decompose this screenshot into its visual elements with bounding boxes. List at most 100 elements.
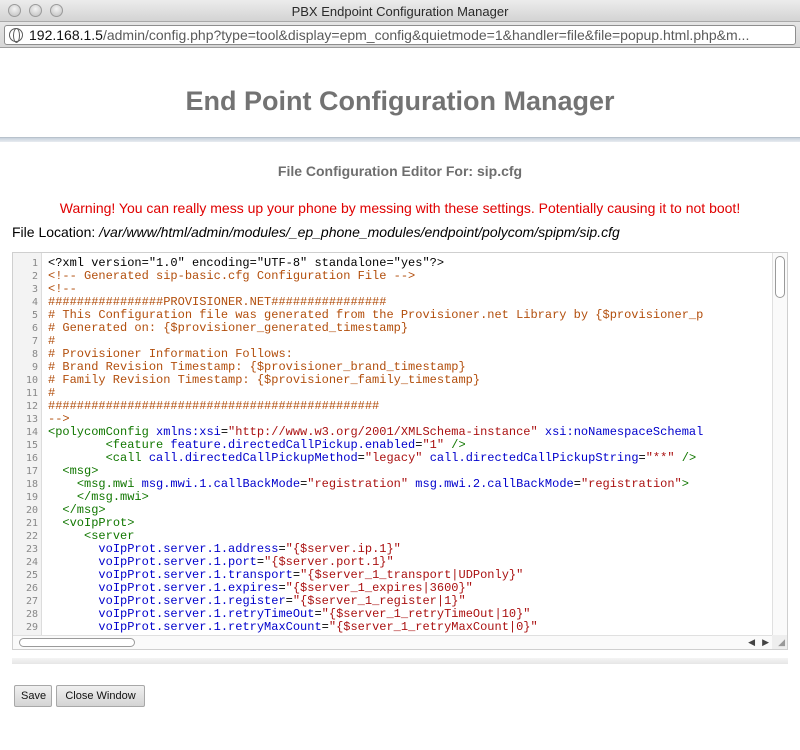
line-number: 28 [25,609,38,620]
code-token: xsi:noNamespaceSchemal [544,425,704,439]
line-number: 9 [31,362,38,373]
editor-heading: File Configuration Editor For: sip.cfg [277,163,523,179]
scroll-left-arrow-icon[interactable]: ◀ [748,637,755,648]
code-token: "{$server_1_retryMaxCount|0}" [328,620,538,634]
code-line: <!-- Generated sip-basic.cfg Configurati… [48,270,415,283]
code-area[interactable]: <?xml version="1.0" encoding="UTF-8" sta… [43,253,773,637]
code-token: <!-- Generated sip-basic.cfg Configurati… [48,269,416,283]
code-token: "registration" [580,477,682,491]
code-token: = [278,581,286,595]
line-number: 21 [25,518,38,529]
code-token: <?xml version="1.0" encoding="UTF-8" sta… [48,256,445,270]
editor-footer-bar [12,658,788,664]
save-button[interactable]: Save [14,685,52,707]
line-number: 16 [25,453,38,464]
line-number: 6 [31,323,38,334]
line-number: 17 [25,466,38,477]
code-token: voIpProt.server.1.expires [98,581,279,595]
code-token: # Generated on: {$provisioner_generated_… [48,321,409,335]
code-editor[interactable]: 1 2 3 4 5 6 7 8 9 10 11 12 13 14 15 16 17 18 19 20 21 22 23 24 2… [12,252,788,650]
url-text: 192.168.1.5/admin/config.php?type=tool&d… [29,27,749,43]
code-token: "**" [645,451,675,465]
code-token: "legacy" [364,451,423,465]
code-token: </msg.mwi> [76,490,149,504]
globe-icon [9,28,23,43]
horizontal-scrollbar[interactable]: ◀ ▶ [13,635,787,649]
line-number: 20 [25,505,38,516]
code-token: = [314,607,322,621]
url-field[interactable]: 192.168.1.5/admin/config.php?type=tool&d… [4,25,796,45]
code-token: <server [84,529,135,543]
warning-message: Warning! You can really mess up your pho… [59,200,741,216]
scroll-right-arrow-icon[interactable]: ▶ [762,637,769,648]
code-token: # [48,334,56,348]
address-bar: 192.168.1.5/admin/config.php?type=tool&d… [0,22,800,48]
code-token: = [573,477,581,491]
scroll-corner: ◢ [772,635,787,649]
code-token: <msg.mwi [76,477,135,491]
code-token: "{$server_1_retryTimeOut|10}" [321,607,531,621]
window-title: PBX Endpoint Configuration Manager [291,4,509,19]
line-number: 11 [25,388,38,399]
line-number: 25 [25,570,38,581]
page-title: End Point Configuration Manager [185,86,615,116]
horizontal-scroll-thumb[interactable] [19,638,135,647]
resize-grip-icon[interactable]: ◢ [778,637,785,648]
code-token: = [278,542,286,556]
code-token: feature.directedCallPickup.enabled [170,438,416,452]
code-token: voIpProt.server.1.retryMaxCount [98,620,322,634]
code-token: voIpProt.server.1.transport [98,568,293,582]
code-token: = [638,451,646,465]
code-token: voIpProt.server.1.retryTimeOut [98,607,315,621]
line-number: 29 [25,622,38,633]
code-token: voIpProt.server.1.port [98,555,257,569]
code-token: "{$server_1_transport|UDPonly}" [300,568,524,582]
code-token: call.directedCallPickupMethod [148,451,358,465]
url-path: /admin/config.php?type=tool&display=epm_… [102,27,750,43]
code-token: = [321,620,329,634]
code-line: # Family Revision Timestamp: {$provision… [48,374,480,387]
line-number: 18 [25,479,38,490]
line-number: 27 [25,596,38,607]
code-token: --> [48,412,70,426]
line-number: 15 [25,440,38,451]
code-token: /> [681,451,697,465]
line-number: 4 [31,297,38,308]
code-token: "{$server.ip.1}" [285,542,401,556]
code-token: msg.mwi.2.callBackMode [415,477,574,491]
line-number: 1 [31,258,38,269]
line-number-gutter: 1 2 3 4 5 6 7 8 9 10 11 12 13 14 15 16 17 18 19 20 21 22 23 24 2… [13,253,42,637]
line-number: 12 [25,401,38,412]
code-token: # Provisioner Information Follows: [48,347,293,361]
line-number: 24 [25,557,38,568]
code-token: <feature [105,438,164,452]
code-token: /> [451,438,466,452]
code-token: = [285,594,293,608]
close-window-button[interactable]: Close Window [56,685,145,707]
vertical-scroll-thumb[interactable] [775,256,785,298]
vertical-scrollbar[interactable] [772,253,787,637]
file-location-path: /var/www/html/admin/modules/_ep_phone_mo… [99,224,620,240]
line-number: 22 [25,531,38,542]
code-token: # Brand Revision Timestamp: {$provisione… [48,360,466,374]
line-number: 23 [25,544,38,555]
code-token: "registration" [307,477,409,491]
code-token: "{$server_1_expires|3600}" [285,581,473,595]
line-number: 19 [25,492,38,503]
code-line: voIpProt.server.1.retryMaxCount="{$serve… [48,620,538,634]
line-number: 8 [31,349,38,360]
code-token: ########################################… [48,399,380,413]
code-line: <call call.directedCallPickupMethod="leg… [48,451,697,465]
